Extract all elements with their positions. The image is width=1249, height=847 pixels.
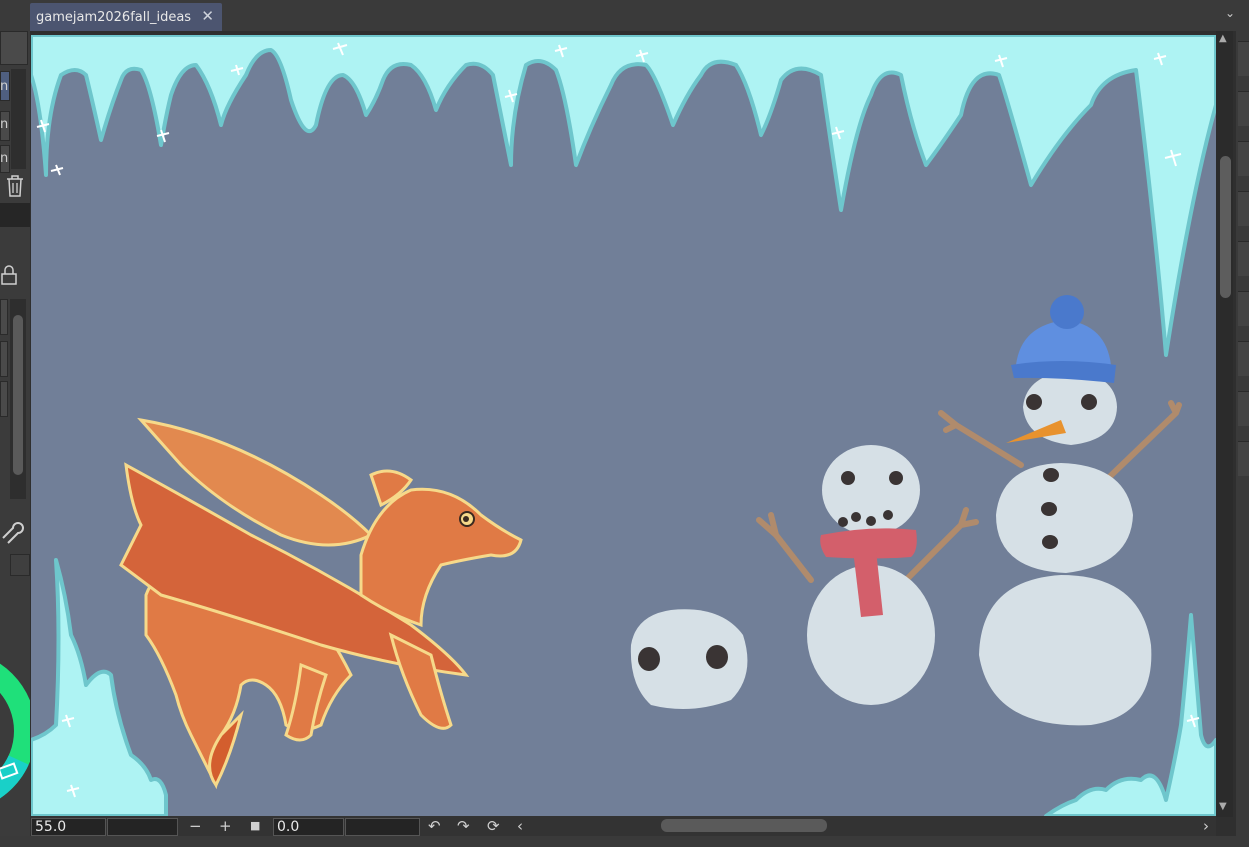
small-snowman-drawing	[756, 445, 979, 705]
property-field[interactable]	[0, 341, 8, 377]
zoom-out-button[interactable]: −	[189, 816, 202, 836]
zoom-slider[interactable]	[107, 818, 178, 836]
horizontal-scroll-thumb[interactable]	[661, 819, 827, 832]
vertical-scrollbar[interactable]: ▲ ▼	[1216, 31, 1233, 817]
panel-edge-item[interactable]	[1238, 91, 1249, 126]
property-field[interactable]	[0, 299, 8, 335]
layer-item-label: n	[0, 151, 9, 166]
rotate-right-button[interactable]: ↷	[457, 816, 470, 836]
canvas-artwork	[31, 35, 1216, 816]
canvas-navigator-bar: 55.0 − + ■ 0.0 ↶ ↷ ⟳ ‹ ›	[31, 816, 1216, 836]
fit-to-window-button[interactable]: ■	[250, 816, 260, 836]
property-field[interactable]	[0, 381, 8, 417]
scroll-down-icon[interactable]: ▼	[1219, 801, 1227, 812]
layer-item-label: n	[0, 117, 9, 132]
vertical-scroll-thumb[interactable]	[1220, 156, 1231, 298]
left-panel: n n n	[0, 31, 30, 847]
right-panel-edge	[1236, 31, 1249, 847]
color-wheel-icon[interactable]	[0, 646, 30, 816]
drawing-canvas[interactable]	[31, 35, 1216, 816]
document-tab-title: gamejam2026fall_ideas	[36, 9, 192, 25]
large-snowman-drawing	[938, 295, 1182, 726]
close-icon[interactable]: ✕	[201, 8, 214, 24]
panel-edge-item[interactable]	[1238, 391, 1249, 426]
rotation-field[interactable]: 0.0	[273, 818, 344, 836]
panel-button[interactable]	[0, 31, 28, 65]
trash-icon[interactable]	[4, 174, 26, 198]
scroll-up-icon[interactable]: ▲	[1219, 33, 1227, 44]
panel-edge-item[interactable]	[1238, 441, 1249, 476]
sub-tool-dropdown[interactable]	[10, 554, 30, 576]
layer-list-scrollbar[interactable]	[11, 69, 26, 169]
panel-edge-item[interactable]	[1238, 241, 1249, 276]
panel-edge-item[interactable]	[1238, 191, 1249, 226]
rotate-left-button[interactable]: ↶	[428, 816, 441, 836]
lock-icon[interactable]	[0, 264, 22, 286]
panel-edge-item[interactable]	[1238, 141, 1249, 176]
panel-edge-item[interactable]	[1238, 341, 1249, 376]
layer-item-label: n	[0, 79, 9, 94]
reset-rotation-button[interactable]: ⟳	[487, 816, 500, 836]
panel-edge-item[interactable]	[1238, 41, 1249, 76]
rotation-slider[interactable]	[345, 818, 420, 836]
wrench-icon[interactable]	[2, 522, 28, 548]
zoom-field[interactable]: 55.0	[31, 818, 106, 836]
chevron-down-icon[interactable]: ⌄	[1225, 6, 1235, 20]
panel-edge-item[interactable]	[1238, 291, 1249, 326]
property-scrollbar[interactable]	[10, 299, 26, 499]
dragon-drawing	[119, 417, 523, 790]
document-tab-bar: gamejam2026fall_ideas ✕ ⌄	[0, 0, 1249, 31]
horizontal-scrollbar[interactable]	[531, 816, 1201, 836]
panel-divider	[0, 203, 30, 227]
scroll-right-icon[interactable]: ›	[1203, 816, 1209, 836]
scroll-left-icon[interactable]: ‹	[517, 816, 523, 836]
document-tab[interactable]: gamejam2026fall_ideas ✕	[30, 3, 222, 31]
zoom-in-button[interactable]: +	[219, 816, 232, 836]
snowball-drawing	[630, 609, 748, 709]
status-footer	[0, 836, 1249, 847]
icicles-top	[31, 35, 1216, 357]
